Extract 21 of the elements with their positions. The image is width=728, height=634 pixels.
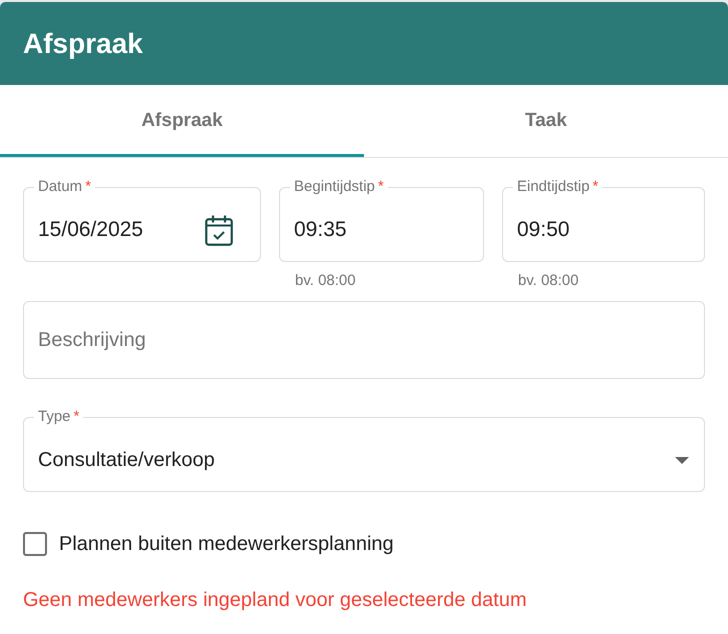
calendar-icon[interactable]	[205, 214, 233, 246]
required-asterisk: *	[378, 178, 384, 195]
type-select[interactable]: Type * Consultatie/verkoop	[23, 409, 705, 492]
description-field[interactable]: Beschrijving	[23, 301, 705, 379]
helper-text: bv. 08:00	[294, 272, 356, 289]
required-asterisk: *	[74, 408, 80, 425]
error-message: Geen medewerkers ingepland voor geselecteerde datum	[23, 588, 527, 612]
field-label: Type	[38, 408, 71, 425]
date-field[interactable]: Datum * 15/06/2025	[23, 179, 261, 262]
required-asterisk: *	[85, 178, 92, 195]
field-label: Eindtijdstip	[517, 178, 590, 195]
caret-icon[interactable]	[675, 456, 689, 464]
required-asterisk: *	[592, 178, 598, 195]
time-field[interactable]: Begintijdstip * 09:35	[279, 179, 484, 262]
field-label: Datum	[38, 178, 82, 195]
time-field[interactable]: Eindtijdstip * 09:50	[502, 179, 705, 262]
helper-text: bv. 08:00	[517, 272, 579, 289]
checkbox-label: Plannen buiten medewerkersplanning	[59, 532, 394, 556]
checkbox[interactable]	[23, 532, 47, 556]
dialog-title: Afspraak	[23, 26, 143, 60]
field-label: Begintijdstip	[294, 178, 375, 195]
